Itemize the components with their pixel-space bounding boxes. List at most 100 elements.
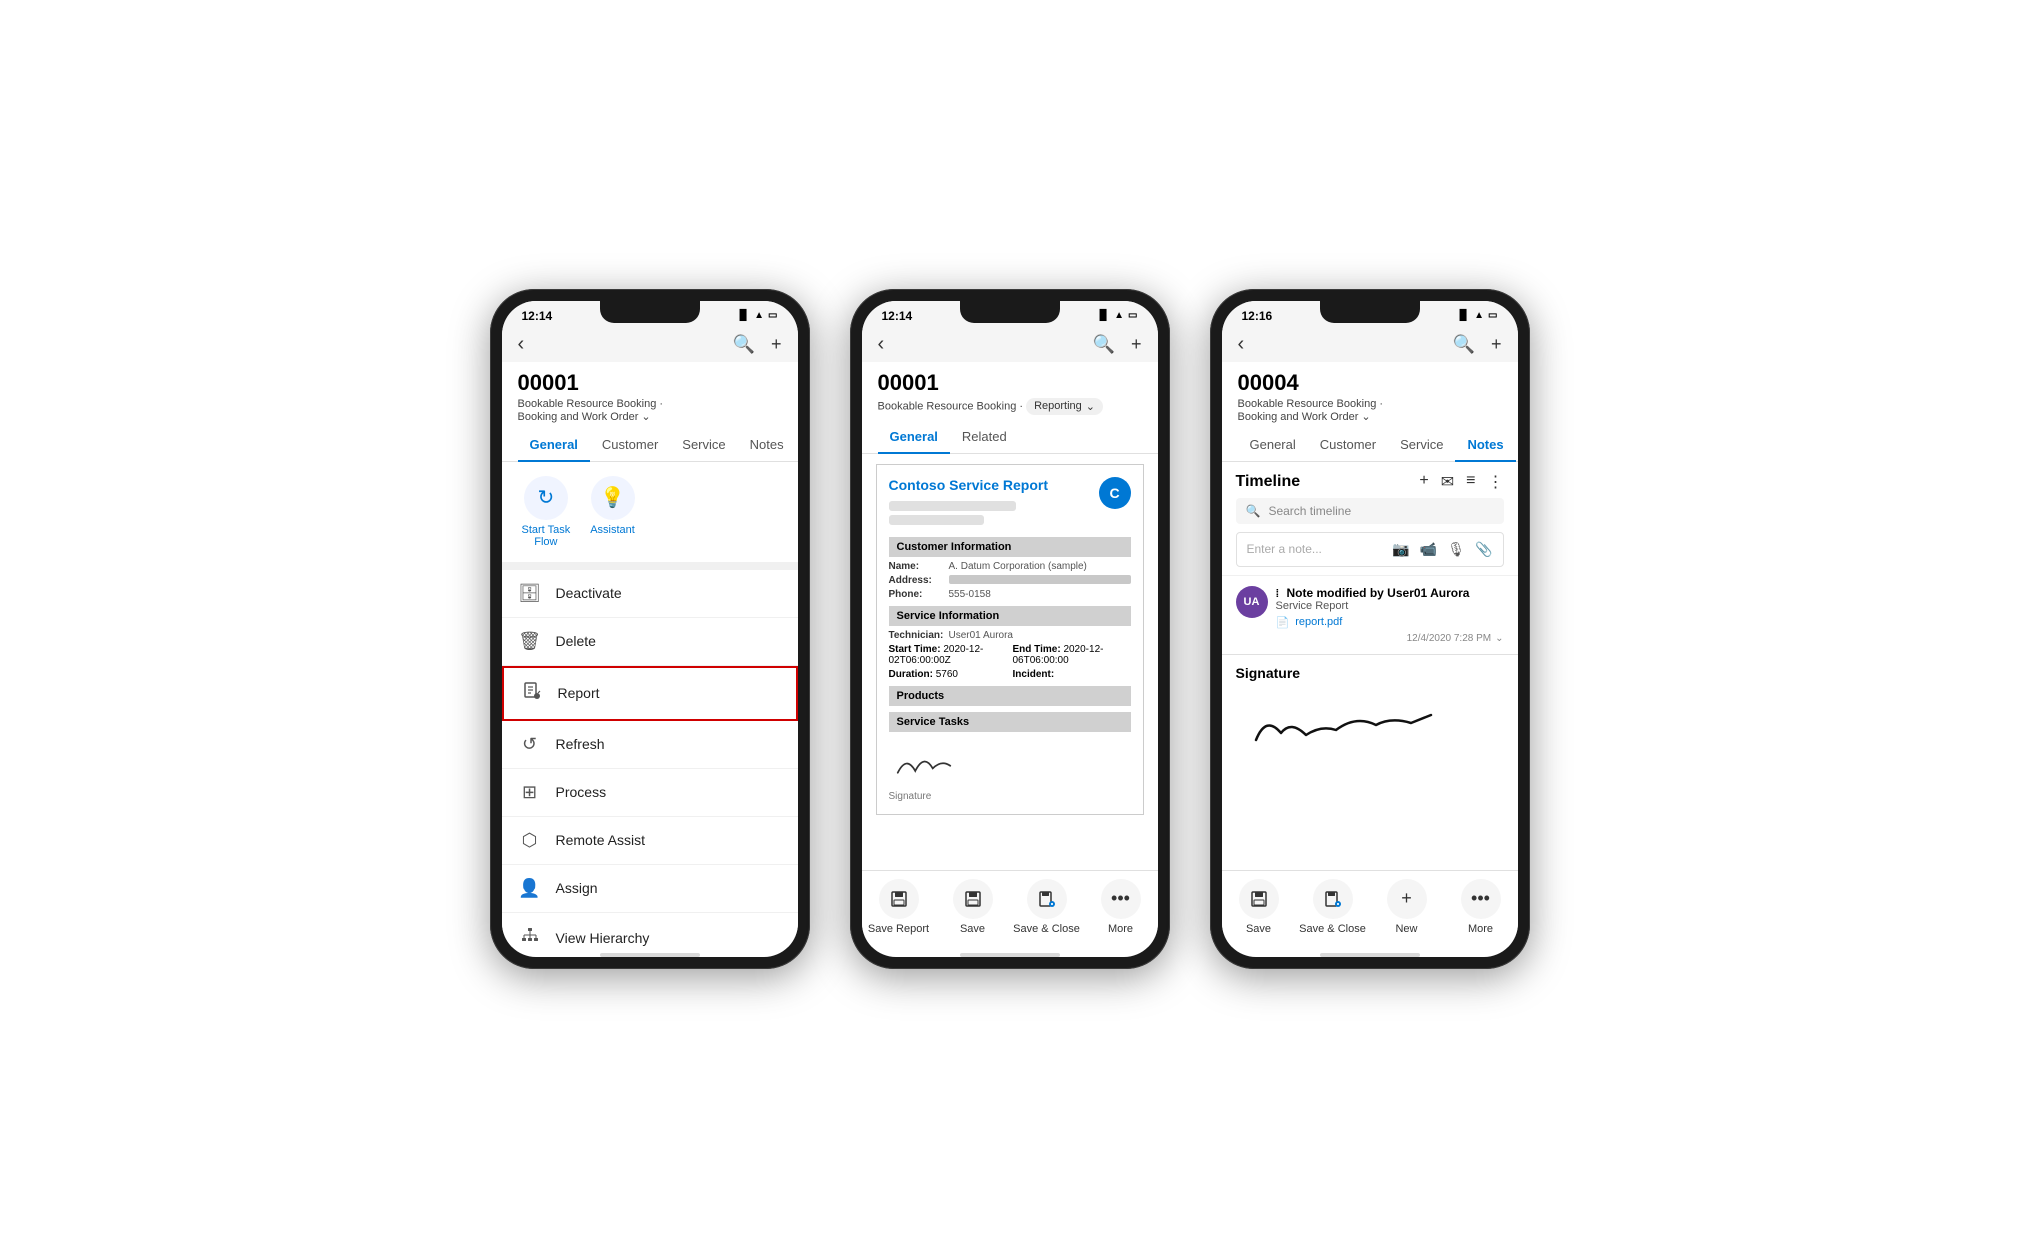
wifi-icon2: ▲ xyxy=(1114,310,1124,321)
address-label: Address: xyxy=(889,575,949,586)
more-icon3: ••• xyxy=(1461,879,1501,919)
signal-icon3: ▐▌ xyxy=(1456,310,1470,321)
end-time-col: End Time: 2020-12-06T06:00:00 xyxy=(1013,644,1131,666)
menu-remote-assist[interactable]: ⬡ Remote Assist xyxy=(502,817,798,865)
more-label2: More xyxy=(1108,923,1133,935)
phone2-back[interactable]: ‹ xyxy=(878,333,885,356)
notch2 xyxy=(960,301,1060,323)
phone1-record-subtitle: Bookable Resource Booking · Booking and … xyxy=(518,398,782,423)
note-body: ⁞ Note modified by User01 Aurora Service… xyxy=(1276,586,1504,644)
battery-icon3: ▭ xyxy=(1488,310,1497,321)
timeline-more-icon[interactable]: ⋮ xyxy=(1488,472,1504,492)
phone2-status-bar: 12:14 ▐▌ ▲ ▭ xyxy=(862,301,1158,327)
task-flow-icon: ↻ xyxy=(524,476,568,520)
phone2-toolbar: Save Report Save xyxy=(862,870,1158,947)
mic-icon[interactable]: 🎙 xyxy=(1447,541,1465,558)
deactivate-label: Deactivate xyxy=(556,585,622,601)
phone1-wrapper: 12:14 ▐▌ ▲ ▭ ‹ 🔍 + 00 xyxy=(490,289,810,969)
phone2-search-icon[interactable]: 🔍 xyxy=(1093,334,1115,355)
phone2-screen: 12:14 ▐▌ ▲ ▭ ‹ 🔍 + 00 xyxy=(862,301,1158,957)
save-close-btn3[interactable]: Save & Close xyxy=(1296,879,1370,935)
note-input[interactable]: Enter a note... 📷 📹 🎙 📎 xyxy=(1236,532,1504,567)
phone2: 12:14 ▐▌ ▲ ▭ ‹ 🔍 + 00 xyxy=(850,289,1170,969)
menu-process[interactable]: ⊞ Process xyxy=(502,769,798,817)
more-btn3[interactable]: ••• More xyxy=(1444,879,1518,935)
save-btn2[interactable]: Save xyxy=(936,879,1010,935)
phone3-screen: 12:16 ▐▌ ▲ ▭ ‹ 🔍 + 00 xyxy=(1222,301,1518,957)
quick-actions: ↻ Start TaskFlow 💡 Assistant xyxy=(502,462,798,570)
camera-icon[interactable]: 📷 xyxy=(1392,541,1409,558)
phone1-back-label[interactable]: ‹ xyxy=(518,333,525,356)
address-value-blurred xyxy=(949,575,1131,584)
timeline-search[interactable]: 🔍 Search timeline xyxy=(1236,498,1504,524)
phone3-back[interactable]: ‹ xyxy=(1238,333,1245,356)
save-close-btn2[interactable]: Save & Close xyxy=(1010,879,1084,935)
video-icon[interactable]: 📹 xyxy=(1420,541,1437,558)
new-btn[interactable]: + New xyxy=(1370,879,1444,935)
phone3-record-number: 00004 xyxy=(1238,370,1502,396)
hierarchy-icon xyxy=(518,926,542,947)
tab-customer3[interactable]: Customer xyxy=(1308,429,1388,462)
menu-refresh[interactable]: ↺ Refresh xyxy=(502,721,798,769)
report-duration-row: Duration: 5760 Incident: xyxy=(889,669,1131,680)
tab-notes3[interactable]: Notes xyxy=(1455,429,1515,462)
menu-assign[interactable]: 👤 Assign xyxy=(502,865,798,913)
save-icon3 xyxy=(1239,879,1279,919)
home-indicator2 xyxy=(960,953,1060,957)
note-attachment[interactable]: 📄 report.pdf xyxy=(1276,616,1504,629)
menu-view-hierarchy[interactable]: View Hierarchy xyxy=(502,913,798,947)
timeline-header: Timeline + ✉ ≡ ⋮ xyxy=(1222,462,1518,498)
timeline-filter-icon[interactable]: ✉ xyxy=(1441,472,1454,492)
tab-customer[interactable]: Customer xyxy=(590,429,670,462)
timeline-search-placeholder: Search timeline xyxy=(1268,504,1351,518)
tab-general[interactable]: General xyxy=(518,429,590,462)
report-header-line1 xyxy=(889,501,1017,511)
tab-notes[interactable]: Notes xyxy=(738,429,796,462)
phone2-nav-actions: 🔍 + xyxy=(1093,334,1142,355)
save-close-icon3 xyxy=(1313,879,1353,919)
phone1: 12:14 ▐▌ ▲ ▭ ‹ 🔍 + 00 xyxy=(490,289,810,969)
phone2-time: 12:14 xyxy=(882,309,913,323)
tab-service3[interactable]: Service xyxy=(1388,429,1455,462)
attach-icon[interactable]: 📎 xyxy=(1475,541,1492,558)
battery-icon: ▭ xyxy=(768,310,777,321)
timeline-add-icon[interactable]: + xyxy=(1419,472,1428,492)
timeline-list-icon[interactable]: ≡ xyxy=(1466,472,1475,492)
assistant-button[interactable]: 💡 Assistant xyxy=(590,476,635,548)
search-icon3: 🔍 xyxy=(1246,504,1261,518)
assign-icon: 👤 xyxy=(518,878,542,899)
save-close-label3: Save & Close xyxy=(1299,923,1366,935)
tab-general3[interactable]: General xyxy=(1238,429,1308,462)
more-btn2[interactable]: ••• More xyxy=(1084,879,1158,935)
phone1-search-icon[interactable]: 🔍 xyxy=(733,334,755,355)
phone1-record-header: 00001 Bookable Resource Booking · Bookin… xyxy=(502,362,798,429)
menu-report[interactable]: Report xyxy=(502,666,798,721)
expand-icon[interactable]: ⌄ xyxy=(1495,633,1503,644)
tab-service[interactable]: Service xyxy=(670,429,737,462)
report-icon xyxy=(520,681,544,706)
report-phone-row: Phone: 555-0158 xyxy=(889,589,1131,600)
reporting-badge[interactable]: Reporting ⌄ xyxy=(1026,398,1103,415)
phone2-add-icon[interactable]: + xyxy=(1131,334,1142,355)
phone3-wrapper: 12:16 ▐▌ ▲ ▭ ‹ 🔍 + 00 xyxy=(1210,289,1530,969)
phone1-nav-bar: ‹ 🔍 + xyxy=(502,327,798,362)
menu-deactivate[interactable]: 🗄 Deactivate xyxy=(502,570,798,618)
phone3-search-icon[interactable]: 🔍 xyxy=(1453,334,1475,355)
phone1-add-icon[interactable]: + xyxy=(771,334,782,355)
delete-icon: 🗑 xyxy=(518,631,542,652)
phone2-wrapper: 12:14 ▐▌ ▲ ▭ ‹ 🔍 + 00 xyxy=(850,289,1170,969)
dropdown-arrow-icon: ⌄ xyxy=(1086,400,1095,413)
save-report-btn[interactable]: Save Report xyxy=(862,879,936,935)
start-task-flow-button[interactable]: ↻ Start TaskFlow xyxy=(522,476,571,548)
phone3-tabs: General Customer Service Notes xyxy=(1222,429,1518,462)
tab-general2[interactable]: General xyxy=(878,421,950,454)
save-btn3[interactable]: Save xyxy=(1222,879,1296,935)
delete-label: Delete xyxy=(556,633,596,649)
process-label: Process xyxy=(556,784,607,800)
menu-delete[interactable]: 🗑 Delete xyxy=(502,618,798,666)
deactivate-icon: 🗄 xyxy=(518,583,542,604)
phone3-add-icon[interactable]: + xyxy=(1491,334,1502,355)
note-timestamp: 12/4/2020 7:28 PM ⌄ xyxy=(1276,633,1504,644)
tab-related[interactable]: Related xyxy=(950,421,1019,454)
note-entry: UA ⁞ Note modified by User01 Aurora Serv… xyxy=(1222,575,1518,654)
